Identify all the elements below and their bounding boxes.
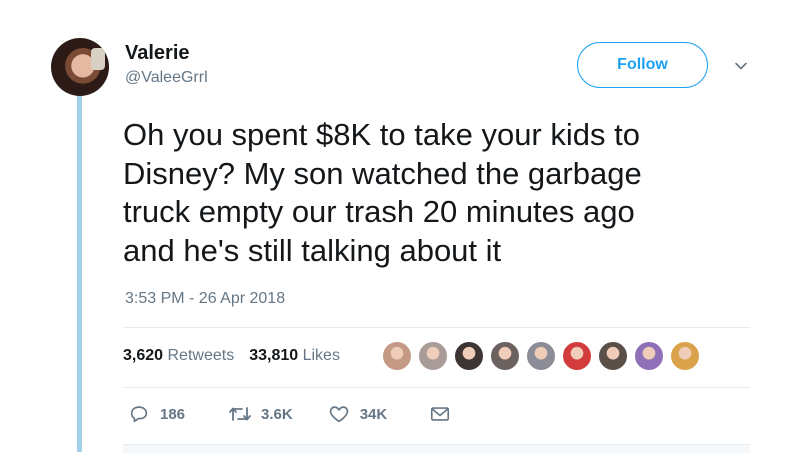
heart-icon — [329, 406, 348, 423]
divider — [123, 387, 750, 388]
tweet-timestamp[interactable]: 3:53 PM - 26 Apr 2018 — [125, 290, 285, 308]
likes-label: Likes — [302, 347, 340, 364]
reply-action[interactable]: 186 — [128, 403, 185, 425]
chevron-down-icon[interactable] — [733, 58, 749, 74]
retweet-action[interactable]: 3.6K — [228, 403, 293, 425]
liker-avatar[interactable] — [453, 340, 485, 372]
retweets-count: 3,620 — [123, 347, 164, 364]
retweet-count: 3.6K — [261, 405, 293, 423]
thread-line — [77, 96, 82, 452]
user-handle[interactable]: @ValeeGrrl — [125, 69, 208, 87]
display-name[interactable]: Valerie — [125, 42, 190, 65]
liker-avatar[interactable] — [417, 340, 449, 372]
liker-avatar[interactable] — [525, 340, 557, 372]
liker-avatar[interactable] — [561, 340, 593, 372]
tweet-text: Oh you spent $8K to take your kids to Di… — [123, 117, 642, 268]
reply-count: 186 — [160, 405, 186, 423]
like-count: 34K — [359, 405, 388, 423]
like-action[interactable]: 34K — [328, 403, 388, 425]
likes-count: 33,810 — [249, 347, 299, 364]
follow-button[interactable]: Follow — [577, 42, 708, 88]
liker-avatars — [381, 340, 701, 372]
envelope-icon — [431, 407, 450, 421]
avatar[interactable] — [51, 38, 109, 96]
retweets-stat[interactable]: 3,620 Retweets — [123, 347, 234, 365]
liker-avatar[interactable] — [489, 340, 521, 372]
reply-icon — [130, 406, 148, 423]
liker-avatar[interactable] — [633, 340, 665, 372]
divider — [123, 327, 750, 328]
liker-avatar[interactable] — [669, 340, 701, 372]
engagement-stats: 3,620 Retweets 33,810 Likes — [123, 347, 340, 365]
liker-avatar[interactable] — [381, 340, 413, 372]
tweet-actions: 186 3.6K 34K — [128, 403, 451, 425]
likes-stat[interactable]: 33,810 Likes — [249, 347, 340, 365]
retweets-label: Retweets — [167, 347, 235, 364]
retweet-icon — [229, 407, 251, 421]
liker-avatar[interactable] — [597, 340, 629, 372]
direct-message-action[interactable] — [429, 403, 451, 425]
